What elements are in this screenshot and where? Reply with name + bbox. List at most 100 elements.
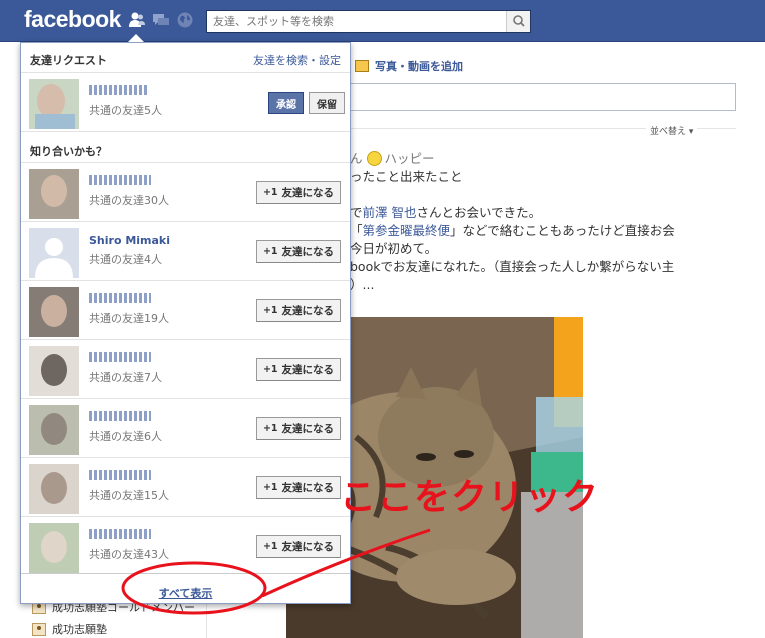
sidebar-item-label: 成功志願塾 — [52, 623, 107, 636]
messages-icon[interactable] — [152, 11, 170, 29]
people-you-may-know-header: 知り合いかも？ — [21, 133, 350, 163]
suggestion-name[interactable] — [89, 293, 151, 303]
post-line: bookでお友達になれた。（直接会った人しか繋がらない主 — [350, 259, 675, 274]
blurred-avatar-image — [29, 287, 79, 337]
not-now-button[interactable]: 保留 — [309, 92, 345, 114]
annotation-text: ここをクリック — [340, 477, 600, 518]
mutual-friends-count[interactable]: 共通の友達15人 — [89, 487, 169, 503]
add-friend-label: 友達になる — [281, 423, 335, 435]
suggestion-name[interactable] — [89, 529, 151, 539]
post-line: ん — [350, 151, 363, 166]
add-friend-plus: +1 — [262, 305, 278, 316]
sidebar-item-group[interactable]: 成功志願塾 — [32, 620, 107, 638]
friend-requests-icon[interactable] — [128, 11, 146, 29]
search-button[interactable] — [506, 11, 530, 32]
suggestion-row: Shiro Mimaki 共通の友達4人 +1 友達になる — [21, 222, 350, 281]
add-friend-label: 友達になる — [281, 305, 335, 317]
suggestion-name[interactable] — [89, 411, 151, 421]
add-friend-button[interactable]: +1 友達になる — [256, 535, 341, 558]
search-box[interactable] — [206, 10, 531, 33]
suggestion-row: 共通の友達30人 +1 友達になる — [21, 163, 350, 222]
add-friend-button[interactable]: +1 友達になる — [256, 299, 341, 322]
top-bar: facebook — [0, 0, 765, 42]
add-friend-label: 友達になる — [281, 541, 335, 553]
group-icon — [32, 622, 46, 636]
avatar[interactable] — [29, 405, 79, 455]
friend-requests-dropdown: 友達リクエスト 友達を検索・設定 共通の友達5人 承認 保留 知り合いかも？ 共… — [20, 42, 351, 604]
suggestion-name[interactable]: Shiro Mimaki — [89, 234, 170, 247]
suggestion-name[interactable] — [89, 175, 151, 185]
post-line: で — [350, 205, 363, 220]
blurred-avatar-image — [29, 523, 79, 573]
mutual-friends-count[interactable]: 共通の友達4人 — [89, 251, 162, 267]
post-line: ハッピー — [384, 151, 435, 166]
post-line: ）... — [350, 277, 375, 292]
see-all-link[interactable]: すべて表示 — [21, 585, 350, 601]
suggestion-name[interactable] — [89, 352, 151, 362]
sort-menu[interactable]: 並べ替え ▾ — [646, 124, 698, 137]
blurred-avatar-image — [29, 79, 79, 129]
post-line: ったこと出来たこと — [350, 169, 463, 184]
post-line: 「 — [350, 223, 363, 238]
page-link[interactable]: 第参金曜最終便 — [363, 223, 451, 238]
facebook-logo[interactable]: facebook — [24, 6, 121, 33]
add-friend-label: 友達になる — [281, 482, 335, 494]
redacted-name[interactable] — [89, 85, 149, 95]
avatar[interactable] — [29, 346, 79, 396]
mutual-friends-count[interactable]: 共通の友達5人 — [89, 102, 162, 118]
add-friend-label: 友達になる — [281, 364, 335, 376]
suggestion-name[interactable] — [89, 470, 151, 480]
add-friend-plus: +1 — [262, 541, 278, 552]
search-input[interactable] — [207, 11, 507, 32]
mutual-friends-count[interactable]: 共通の友達19人 — [89, 310, 169, 326]
add-photo-label: 写真・動画を追加 — [375, 60, 463, 73]
post-body: ん ハッピー ったこと出来たこと で前澤 智也さんとお会いできた。 「第参金曜最… — [350, 150, 745, 294]
mutual-friends-count[interactable]: 共通の友達43人 — [89, 546, 169, 562]
avatar[interactable] — [29, 79, 79, 129]
mutual-friends-count[interactable]: 共通の友達7人 — [89, 369, 162, 385]
tagged-person-link[interactable]: 前澤 智也 — [363, 205, 417, 220]
add-friend-button[interactable]: +1 友達になる — [256, 240, 341, 263]
suggestion-row: 共通の友達6人 +1 友達になる — [21, 399, 350, 458]
dropdown-header: 友達リクエスト 友達を検索・設定 — [21, 43, 350, 73]
avatar[interactable] — [29, 228, 79, 278]
add-friend-label: 友達になる — [281, 246, 335, 258]
blurred-avatar-image — [29, 405, 79, 455]
people-you-may-know-title: 知り合いかも？ — [30, 145, 107, 158]
add-friend-plus: +1 — [262, 187, 278, 198]
add-friend-button[interactable]: +1 友達になる — [256, 181, 341, 204]
add-friend-button[interactable]: +1 友達になる — [256, 358, 341, 381]
avatar[interactable] — [29, 169, 79, 219]
avatar[interactable] — [29, 464, 79, 514]
suggestion-row: 共通の友達15人 +1 友達になる — [21, 458, 350, 517]
add-friend-plus: +1 — [262, 246, 278, 257]
avatar[interactable] — [29, 523, 79, 573]
photo-icon — [355, 60, 369, 72]
mutual-friends-count[interactable]: 共通の友達30人 — [89, 192, 169, 208]
dropdown-title: 友達リクエスト — [30, 54, 107, 67]
sort-label: 並べ替え — [650, 127, 687, 137]
blurred-avatar-image — [29, 346, 79, 396]
suggestion-row: 共通の友達7人 +1 友達になる — [21, 340, 350, 399]
default-avatar-icon — [29, 228, 79, 278]
add-friend-plus: +1 — [262, 482, 278, 493]
post-line: 」などで絡むこともあったけど直接お会 — [450, 223, 675, 238]
notifications-globe-icon[interactable] — [176, 11, 194, 29]
status-composer-input[interactable] — [350, 83, 736, 111]
dropdown-footer: すべて表示 — [21, 573, 350, 603]
add-photo-video-link[interactable]: 写真・動画を追加 — [355, 58, 463, 74]
suggestion-row: 共通の友達43人 +1 友達になる — [21, 517, 350, 576]
find-friends-settings-link[interactable]: 友達を検索・設定 — [253, 52, 341, 68]
mutual-friends-count[interactable]: 共通の友達6人 — [89, 428, 162, 444]
post-line: さんとお会いできた。 — [416, 205, 542, 220]
add-friend-plus: +1 — [262, 423, 278, 434]
blurred-avatar-image — [29, 169, 79, 219]
confirm-button[interactable]: 承認 — [268, 92, 304, 114]
post-line: 今日が初めて。 — [350, 241, 438, 256]
search-icon — [513, 15, 525, 27]
add-friend-plus: +1 — [262, 364, 278, 375]
friend-request-row: 共通の友達5人 承認 保留 — [21, 73, 350, 132]
add-friend-button[interactable]: +1 友達になる — [256, 417, 341, 440]
add-friend-button[interactable]: +1 友達になる — [256, 476, 341, 499]
avatar[interactable] — [29, 287, 79, 337]
